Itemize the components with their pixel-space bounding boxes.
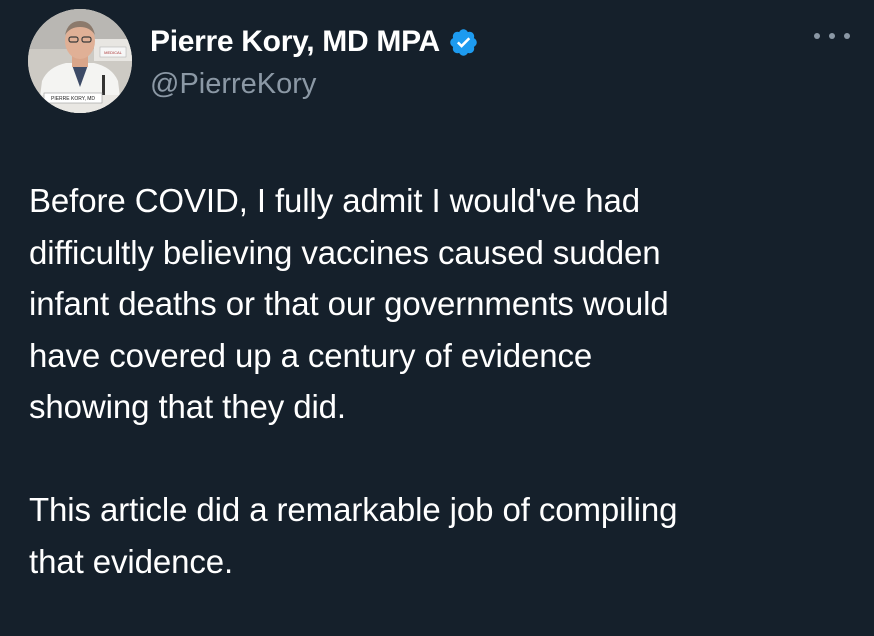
- tweet-line: Before COVID, I fully admit I would've h…: [29, 182, 641, 219]
- tweet-paragraph-2: This article did a remarkable job of com…: [29, 484, 859, 587]
- avatar-name-card-text: PIERRE KORY, MD: [51, 96, 95, 102]
- verified-badge-icon: [448, 27, 479, 58]
- more-options-icon[interactable]: [814, 26, 850, 46]
- tweet-line: infant deaths or that our governments wo…: [29, 285, 669, 322]
- author-display-name[interactable]: Pierre Kory, MD MPA: [150, 25, 440, 59]
- more-dot: [844, 33, 850, 39]
- more-dot: [829, 33, 835, 39]
- more-dot: [814, 33, 820, 39]
- tweet-line: This article did a remarkable job of com…: [29, 491, 678, 528]
- avatar-photo: PIERRE KORY, MD MEDICAL: [28, 9, 132, 113]
- tweet-card: PIERRE KORY, MD MEDICAL Pierre Kory, MD …: [0, 0, 874, 636]
- tweet-paragraph-1: Before COVID, I fully admit I would've h…: [29, 175, 859, 433]
- tweet-text: Before COVID, I fully admit I would've h…: [29, 175, 859, 587]
- avatar-sign-text: MEDICAL: [104, 50, 123, 55]
- author-name-row: Pierre Kory, MD MPA: [150, 22, 479, 62]
- tweet-line: showing that they did.: [29, 388, 347, 425]
- avatar[interactable]: PIERRE KORY, MD MEDICAL: [28, 9, 132, 113]
- author-handle[interactable]: @PierreKory: [150, 68, 316, 101]
- tweet-line: have covered up a century of evidence: [29, 336, 593, 374]
- tweet-line: that evidence.: [29, 542, 234, 580]
- tweet-line: difficultly believing vaccines caused su…: [29, 233, 661, 271]
